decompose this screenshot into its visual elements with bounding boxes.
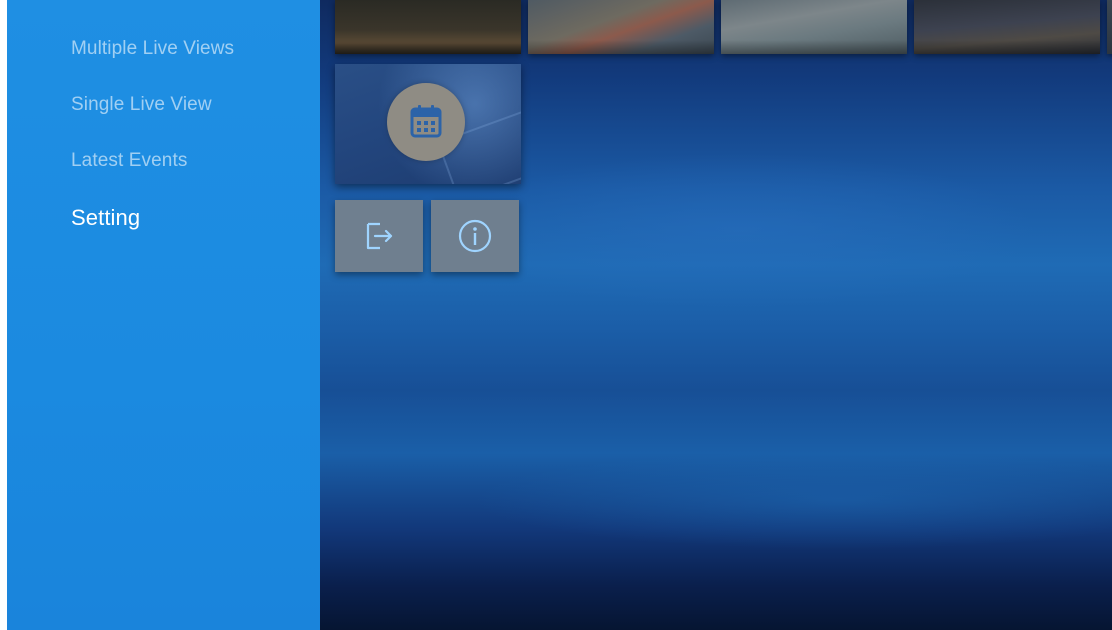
- sidebar-item-single-live-view[interactable]: Single Live View: [71, 94, 212, 116]
- info-button[interactable]: [431, 200, 519, 272]
- event-calendar-badge: [387, 83, 465, 161]
- main-content: [320, 0, 1112, 630]
- camera-thumbnail[interactable]: [914, 0, 1100, 54]
- camera-thumbnail[interactable]: [335, 0, 521, 54]
- logout-button[interactable]: [335, 200, 423, 272]
- sidebar-item-latest-events[interactable]: Latest Events: [71, 150, 187, 172]
- camera-thumbnail[interactable]: [528, 0, 714, 54]
- info-icon: [458, 219, 492, 253]
- event-calendar-tile[interactable]: [335, 64, 521, 184]
- calendar-icon: [410, 105, 442, 138]
- sidebar-nav: Multiple Live Views Single Live View Lat…: [7, 0, 320, 630]
- camera-thumbnail[interactable]: [721, 0, 907, 54]
- logout-icon: [366, 222, 393, 250]
- sidebar-item-setting[interactable]: Setting: [71, 205, 140, 231]
- camera-thumbnail[interactable]: [1107, 0, 1112, 54]
- sidebar-item-multiple-live-views[interactable]: Multiple Live Views: [71, 38, 234, 60]
- app-screen: Multiple Live Views Single Live View Lat…: [7, 0, 1112, 630]
